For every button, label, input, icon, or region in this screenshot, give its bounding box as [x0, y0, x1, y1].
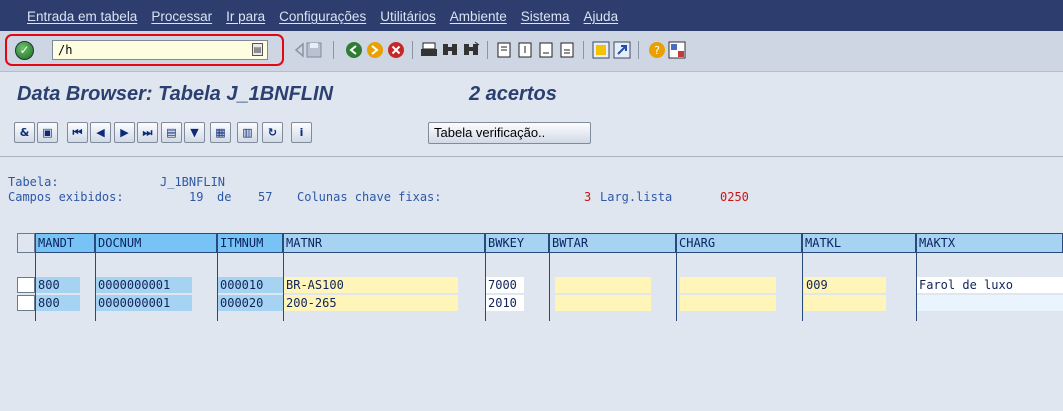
table-cell[interactable]: 0000000001 — [96, 277, 192, 293]
table-cell[interactable]: 000010 — [218, 277, 283, 293]
column-header-matkl[interactable]: MATKL — [802, 233, 916, 253]
table-cell[interactable] — [680, 277, 776, 293]
row-selector[interactable] — [17, 277, 35, 293]
table-value: J_1BNFLIN — [160, 175, 226, 189]
key-columns-value: 3 — [584, 190, 592, 204]
last-page-icon[interactable] — [558, 41, 576, 59]
column-header-docnum[interactable]: DOCNUM — [95, 233, 217, 253]
table-cell[interactable]: Farol de luxo — [917, 277, 1063, 293]
fields-of: de — [217, 190, 232, 204]
select-all-cell[interactable] — [17, 233, 35, 253]
hits-count: 2 acertos — [469, 83, 557, 105]
shortcut-icon[interactable] — [613, 41, 631, 59]
table-cell[interactable]: 800 — [36, 295, 80, 311]
menu-items: Entrada em tabela Processar Ir para Conf… — [27, 9, 632, 25]
command-history-icon[interactable]: ▤ — [252, 43, 263, 56]
table-cell[interactable]: 200-265 — [284, 295, 458, 311]
column-header-maktx[interactable]: MAKTX — [916, 233, 1063, 253]
table-label: Tabela: — [8, 175, 59, 189]
toolbar-separator — [333, 41, 334, 59]
table-cell[interactable]: 800 — [36, 277, 80, 293]
previous-icon[interactable]: ◀ — [90, 122, 111, 143]
toolbar-separator — [487, 41, 488, 59]
info-icon[interactable]: i — [291, 122, 312, 143]
table-cell[interactable] — [555, 277, 651, 293]
menu-utilitarios[interactable]: Utilitários — [380, 9, 436, 25]
next-icon[interactable]: ▶ — [114, 122, 135, 143]
column-header-bwkey[interactable]: BWKEY — [485, 233, 549, 253]
create-session-icon[interactable] — [592, 41, 610, 59]
first-icon[interactable]: ⏮ — [67, 122, 88, 143]
cancel-icon[interactable] — [387, 41, 405, 59]
filter-icon[interactable]: ▼ — [184, 122, 205, 143]
menu-configuracoes[interactable]: Configurações — [279, 9, 366, 25]
table-cell[interactable]: 000020 — [218, 295, 283, 311]
choose-layout-icon[interactable]: ▥ — [237, 122, 258, 143]
grid-line — [676, 253, 677, 321]
save-icon[interactable] — [305, 41, 323, 59]
menu-processar[interactable]: Processar — [151, 9, 212, 25]
print-icon[interactable] — [420, 41, 438, 59]
refresh-icon[interactable]: ↻ — [262, 122, 283, 143]
toolbar-separator — [412, 41, 413, 59]
list-width-label: Larg.lista — [600, 190, 673, 204]
menu-ajuda[interactable]: Ajuda — [584, 9, 619, 25]
page-title: Data Browser: Tabela J_1BNFLIN — [17, 83, 334, 105]
column-header-matnr[interactable]: MATNR — [283, 233, 485, 253]
first-page-icon[interactable] — [495, 41, 513, 59]
menu-entrada-em-tabela[interactable]: Entrada em tabela — [27, 9, 137, 25]
column-header-bwtar[interactable]: BWTAR — [549, 233, 676, 253]
find-icon[interactable] — [441, 41, 459, 59]
check-table-button[interactable]: Tabela verificação.. — [428, 122, 591, 144]
table-cell[interactable]: 2010 — [486, 295, 524, 311]
export-icon[interactable]: ▦ — [210, 122, 231, 143]
fields-total: 57 — [258, 190, 273, 204]
glasses-icon[interactable]: & — [14, 122, 35, 143]
exit-icon[interactable] — [366, 41, 384, 59]
fields-label: Campos exibidos: — [8, 190, 124, 204]
detail-icon[interactable]: ▣ — [37, 122, 58, 143]
menu-ambiente[interactable]: Ambiente — [450, 9, 507, 25]
toolbar-separator — [583, 41, 584, 59]
back-icon[interactable] — [345, 41, 363, 59]
grid-line — [549, 253, 550, 321]
table-cell[interactable] — [555, 295, 651, 311]
menu-sistema[interactable]: Sistema — [521, 9, 570, 25]
table-cell[interactable]: 7000 — [486, 277, 524, 293]
previous-page-icon[interactable] — [516, 41, 534, 59]
column-header-mandt[interactable]: MANDT — [35, 233, 95, 253]
table-cell[interactable] — [804, 295, 886, 311]
layout-icon[interactable] — [668, 41, 686, 59]
table-cell[interactable] — [917, 295, 1063, 311]
table-cell[interactable]: 009 — [804, 277, 886, 293]
column-header-itmnum[interactable]: ITMNUM — [217, 233, 283, 253]
toolbar-separator — [638, 41, 639, 59]
svg-text:?: ? — [654, 44, 660, 57]
enter-icon[interactable]: ✓ — [15, 41, 34, 60]
table-cell[interactable]: 0000000001 — [96, 295, 192, 311]
print-icon[interactable]: ▤ — [161, 122, 182, 143]
help-icon[interactable]: ? — [648, 41, 666, 59]
command-field[interactable]: /h — [52, 40, 268, 60]
table-cell[interactable]: BR-AS100 — [284, 277, 458, 293]
list-width-value: 0250 — [720, 190, 749, 204]
title-bar: Data Browser: Tabela J_1BNFLIN 2 acertos — [0, 72, 1063, 114]
table-cell[interactable] — [680, 295, 776, 311]
grid-line — [802, 253, 803, 321]
last-icon[interactable]: ⏭ — [137, 122, 158, 143]
key-columns-label: Colunas chave fixas: — [297, 190, 442, 204]
menu-bar: Entrada em tabela Processar Ir para Conf… — [0, 0, 1063, 31]
column-header-charg[interactable]: CHARG — [676, 233, 802, 253]
next-page-icon[interactable] — [537, 41, 555, 59]
row-selector[interactable] — [17, 295, 35, 311]
find-next-icon[interactable] — [462, 41, 480, 59]
menu-ir-para[interactable]: Ir para — [226, 9, 265, 25]
fields-shown: 19 — [189, 190, 204, 204]
